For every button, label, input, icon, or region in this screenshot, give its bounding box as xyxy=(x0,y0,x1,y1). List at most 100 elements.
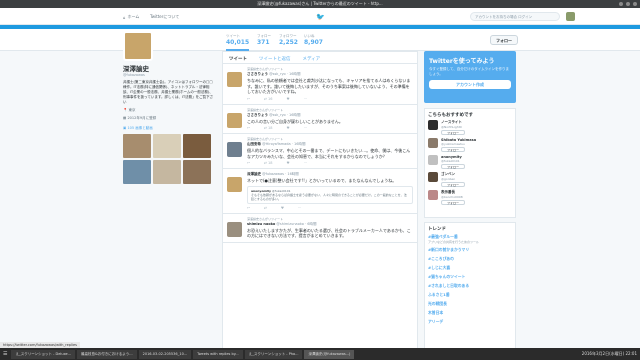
media-link[interactable]: ▣ 105 画像と動画 xyxy=(123,126,215,131)
suggestion-avatar[interactable] xyxy=(428,120,438,130)
trend-item[interactable]: ふるさと1番 xyxy=(428,292,512,298)
media-thumb[interactable] xyxy=(183,134,211,158)
create-account-button[interactable]: アカウント作成 xyxy=(429,80,511,89)
retweet-icon[interactable]: ⇄ xyxy=(264,206,267,210)
nav-home[interactable]: ⌂ ホーム xyxy=(123,14,139,20)
media-thumb[interactable] xyxy=(183,160,211,184)
tweet-avatar[interactable] xyxy=(227,177,242,192)
trend-name[interactable]: アリーデ xyxy=(428,319,512,325)
trend-name[interactable]: #しじに大喜 xyxy=(428,265,512,271)
nav-about[interactable]: Twitterについて xyxy=(150,14,179,20)
tweet-avatar[interactable] xyxy=(227,221,242,237)
close-icon[interactable] xyxy=(633,2,637,6)
trend-item[interactable]: 木曽日本 xyxy=(428,310,512,316)
task-item[interactable]: 最高枝島&お付きにおけるよう... xyxy=(77,349,137,359)
profile-bio: 弁護士(第二東京弁護士会)。アイコンはフォロワーの□□様作。IT法務(特に通信関… xyxy=(123,80,214,104)
twitter-bird-icon[interactable]: 🐦 xyxy=(316,13,325,21)
stat-likes[interactable]: いいね 8,907 xyxy=(304,34,323,46)
trend-item[interactable]: #こころぴあの xyxy=(428,256,512,262)
trend-name[interactable]: 光の戦団長 xyxy=(428,301,512,307)
reply-icon[interactable]: ↩ xyxy=(247,126,250,130)
reply-icon[interactable]: ↩ xyxy=(247,161,250,165)
more-icon[interactable]: ··· xyxy=(298,206,301,210)
suggestion-avatar[interactable] xyxy=(428,138,438,148)
suggestion-follow-button[interactable]: フォロー xyxy=(441,164,465,169)
tweet-avatar[interactable] xyxy=(227,142,242,157)
trend-item[interactable]: #されましと日取のある xyxy=(428,283,512,289)
tweet[interactable]: 深澤諭史さんがリツイート ささきりょう @ssk_ryo · 16時間 この人の… xyxy=(223,105,417,134)
trend-item[interactable]: #新口の前かまかうマリ xyxy=(428,247,512,253)
suggestion-follow-button[interactable]: フォロー xyxy=(441,182,465,187)
media-thumb[interactable] xyxy=(123,160,151,184)
suggestion-item[interactable]: ノースライト @NorthLight0 フォロー xyxy=(428,120,512,135)
suggestion-avatar[interactable] xyxy=(428,155,438,165)
trend-name[interactable]: 木曽日本 xyxy=(428,310,512,316)
retweet-icon[interactable]: ⇄ 16 xyxy=(264,97,273,101)
suggestion-avatar[interactable] xyxy=(428,172,438,182)
reply-icon[interactable]: ↩ xyxy=(247,206,250,210)
stat-value: 40,015 xyxy=(226,39,250,46)
quoted-tweet[interactable]: anonyomity @fukaz0101 そもそも依頼があるならば弁護士を雇う… xyxy=(247,185,413,204)
tweet-author[interactable]: ささきりょう xyxy=(247,72,268,76)
reply-icon[interactable]: ↩ xyxy=(247,97,250,101)
suggestion-item[interactable]: anonymity @fukaz0101 フォロー xyxy=(428,155,512,169)
tweet-avatar[interactable] xyxy=(227,72,242,87)
tweet[interactable]: 深澤諭史 @fukazawas · 16時間 ネットで(●注意)整い会社です!!… xyxy=(223,169,417,214)
retweet-icon[interactable]: ⇄ 18 xyxy=(264,161,273,165)
minimize-icon[interactable] xyxy=(619,2,623,6)
like-icon[interactable]: ♥ xyxy=(286,161,289,165)
tweet-author[interactable]: 深澤諭史 xyxy=(247,172,261,176)
suggestion-avatar[interactable] xyxy=(428,190,438,200)
stat-tweets[interactable]: ツイート 40,015 xyxy=(226,34,250,51)
trend-name[interactable]: #猫ちゃんのツイート xyxy=(428,274,512,280)
suggestion-item[interactable]: ゴンベン @gonben フォロー xyxy=(428,172,512,187)
suggestion-item[interactable]: 表示番長 @bancho0008 フォロー xyxy=(428,190,512,205)
user-avatar[interactable] xyxy=(566,12,575,21)
like-icon[interactable]: ♥ xyxy=(286,126,289,130)
trend-item[interactable]: アリーデ xyxy=(428,319,512,325)
more-icon[interactable]: ··· xyxy=(304,126,307,130)
like-icon[interactable]: ♥ xyxy=(281,206,284,210)
menu-icon[interactable]: ☰ xyxy=(3,351,7,357)
trend-name[interactable]: #新口の前かまかうマリ xyxy=(428,247,512,253)
profile-avatar[interactable] xyxy=(123,31,153,61)
tweet-avatar[interactable] xyxy=(227,112,242,128)
tweet[interactable]: 深澤諭史さんがリツイート 山田安希 @HiroyaYamada · 16時間 個… xyxy=(223,134,417,169)
media-thumb[interactable] xyxy=(153,160,181,184)
like-icon[interactable]: ♥ xyxy=(286,97,289,101)
stat-followers[interactable]: フォロワー 2,252 xyxy=(279,34,298,46)
tweet[interactable]: 深澤諭史さんがリツイート ささきりょう @ssk_ryo · 16時間 ちなみに… xyxy=(223,64,417,105)
trend-item[interactable]: #しじに大喜 xyxy=(428,265,512,271)
trend-item[interactable]: #猫ちゃんのツイート xyxy=(428,274,512,280)
task-item[interactable]: 深澤諭史(@fukazawas...) xyxy=(304,349,355,359)
tab-tweets-replies[interactable]: ツイートと返信 xyxy=(259,56,291,62)
task-item[interactable]: え_スクリーンショット - Pho... xyxy=(244,349,303,359)
task-item[interactable]: 2016-03-02-205536_10... xyxy=(138,349,192,359)
media-thumb[interactable] xyxy=(153,134,181,158)
suggestion-item[interactable]: Shibata Yukimasa @yukikamastsu フォロー xyxy=(428,138,512,152)
more-icon[interactable]: ··· xyxy=(304,97,307,101)
retweet-icon[interactable]: ⇄ 18 xyxy=(264,126,273,130)
tab-tweets[interactable]: ツイート xyxy=(229,56,247,62)
trend-name[interactable]: #されましと日取のある xyxy=(428,283,512,289)
tweet-author[interactable]: shimizu naoko xyxy=(247,222,275,226)
maximize-icon[interactable] xyxy=(626,2,630,6)
tweet-author[interactable]: 山田安希 xyxy=(247,142,261,146)
suggestion-follow-button[interactable]: フォロー xyxy=(441,200,465,205)
trend-name[interactable]: ふるさと1番 xyxy=(428,292,512,298)
login-prompt[interactable]: アカウントをお持ちの場合 ログイン xyxy=(470,12,560,21)
trend-item[interactable]: #最強ペダル一番 アプリなどの共有を行うためのツール xyxy=(428,234,512,244)
tab-media[interactable]: メディア xyxy=(303,56,321,62)
task-item[interactable]: え_スクリーンショット - Deluxe... xyxy=(11,349,76,359)
stat-following[interactable]: フォロー 371 xyxy=(257,34,271,46)
follow-button[interactable]: フォロー xyxy=(490,35,518,45)
tweet[interactable]: 深澤諭史さんがリツイート shimizu naoko @shimizunaoko… xyxy=(223,214,417,243)
task-item[interactable]: Tweets with replies by... xyxy=(193,349,243,359)
trend-name[interactable]: #こころぴあの xyxy=(428,256,512,262)
trend-item[interactable]: 光の戦団長 xyxy=(428,301,512,307)
suggestion-follow-button[interactable]: フォロー xyxy=(441,130,465,135)
media-thumb[interactable] xyxy=(123,134,151,158)
tweet-author[interactable]: ささきりょう xyxy=(247,113,268,117)
suggestion-follow-button[interactable]: フォロー xyxy=(441,147,465,152)
more-icon[interactable]: ··· xyxy=(304,161,307,165)
